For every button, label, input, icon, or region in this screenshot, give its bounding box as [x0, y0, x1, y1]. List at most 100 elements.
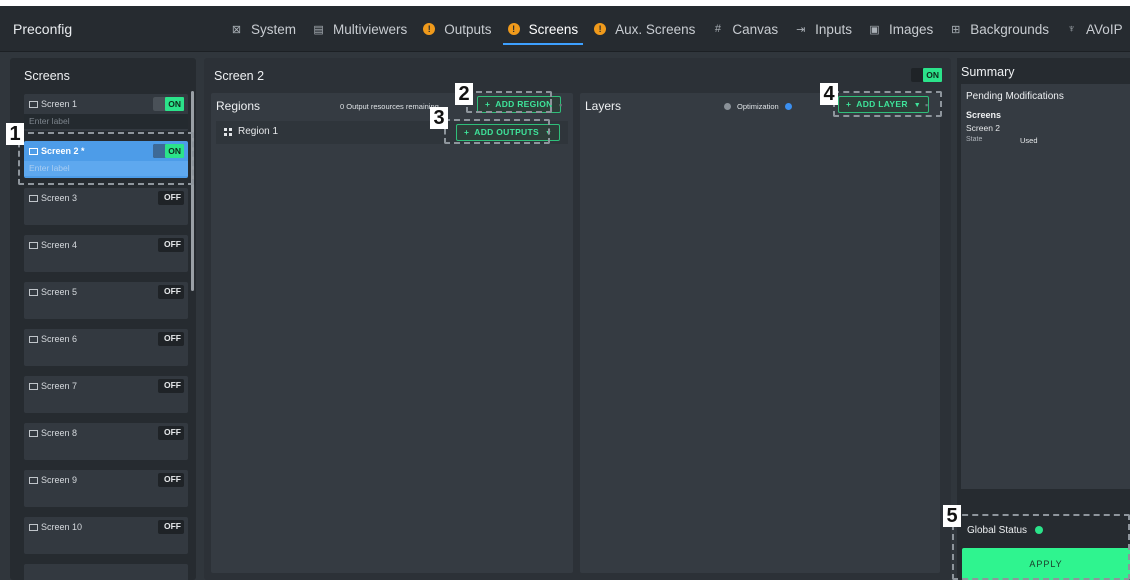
- screen-name: Screen 10: [29, 522, 82, 532]
- callout-box-2: [466, 91, 552, 113]
- tab-images[interactable]: ▣ Images: [860, 6, 941, 52]
- tab-inputs[interactable]: ⇥ Inputs: [786, 6, 860, 52]
- screen-title: Screen 2: [214, 69, 265, 83]
- screen-enable-toggle[interactable]: ON: [911, 68, 942, 82]
- screen-toggle[interactable]: OFF: [158, 332, 184, 346]
- screen-toggle[interactable]: OFF: [158, 285, 184, 299]
- status-dot-icon: [724, 103, 731, 110]
- pending-section: Screens: [966, 110, 1002, 120]
- screen-name-text: Screen 9: [41, 475, 78, 485]
- grid-icon: [224, 128, 232, 136]
- tab-outputs[interactable]: ! Outputs: [415, 6, 499, 52]
- tab-label: Multiviewers: [333, 21, 408, 37]
- monitor-icon: [29, 101, 38, 108]
- optimization-toggle[interactable]: Optimization: [724, 102, 792, 111]
- regions-section: Regions 0 Output resources remaining + AD…: [211, 93, 573, 573]
- tab-label: Inputs: [815, 21, 852, 37]
- screen-name: Screen 6: [29, 334, 77, 344]
- tab-screens[interactable]: ! Screens: [500, 6, 587, 52]
- screen-card-4[interactable]: Screen 4 OFF: [24, 235, 188, 272]
- summary-title: Summary: [961, 65, 1015, 79]
- system-icon: ⊠: [231, 23, 242, 36]
- regions-title: Regions: [216, 99, 261, 113]
- screen-card-10[interactable]: Screen 10 OFF: [24, 517, 188, 554]
- tab-multiviewers[interactable]: ▤ Multiviewers: [304, 6, 415, 52]
- screen-card-1[interactable]: Screen 1 ON Enter label: [24, 94, 188, 131]
- callout-number-1: 1: [6, 123, 24, 145]
- screen-card-6[interactable]: Screen 6 OFF: [24, 329, 188, 366]
- region-name: Region 1: [238, 126, 279, 137]
- screen-name-text: Screen 3: [41, 193, 78, 203]
- screen-name-text: Screen 10: [41, 522, 83, 532]
- screen-card-7[interactable]: Screen 7 OFF: [24, 376, 188, 413]
- screen-card-partial[interactable]: [24, 564, 188, 580]
- screens-scrollbar[interactable]: [191, 91, 194, 291]
- monitor-icon: [29, 477, 38, 484]
- inputs-icon: ⇥: [796, 23, 806, 36]
- toggle-state: ON: [923, 68, 942, 82]
- screen-card-8[interactable]: Screen 8 OFF: [24, 423, 188, 460]
- screen-toggle[interactable]: OFF: [158, 238, 184, 252]
- tab-label: Backgrounds: [970, 21, 1050, 37]
- screen-name: Screen 4: [29, 240, 77, 250]
- warning-icon: !: [423, 23, 436, 35]
- callout-box-4: [833, 91, 942, 117]
- callout-box-1: [18, 132, 194, 185]
- screen-toggle[interactable]: OFF: [158, 473, 184, 487]
- backgrounds-icon: ⊞: [951, 23, 961, 36]
- screen-name: Screen 1: [29, 99, 77, 109]
- screen-toggle[interactable]: ON: [153, 97, 184, 111]
- screen-toggle[interactable]: OFF: [158, 379, 184, 393]
- multiviewer-icon: ▤: [313, 23, 324, 36]
- toggle-state: OFF: [164, 333, 181, 343]
- screens-panel-title: Screens: [24, 69, 70, 83]
- screen-editor: Screen 2 ON Regions 0 Output resources r…: [204, 58, 951, 580]
- toggle-state: OFF: [164, 239, 181, 249]
- output-resources-remaining: 0 Output resources remaining: [340, 102, 439, 111]
- screen-name-text: Screen 1: [41, 99, 78, 109]
- pending-modifications-box: Pending Modifications Screens Screen 2 S…: [961, 84, 1130, 489]
- screen-toggle[interactable]: OFF: [158, 191, 184, 205]
- screen-toggle[interactable]: OFF: [158, 426, 184, 440]
- screen-name-text: Screen 5: [41, 287, 78, 297]
- nav-tabs: ⊠ System ▤ Multiviewers ! Outputs ! Screens …: [222, 6, 1130, 52]
- toggle-state: OFF: [164, 474, 181, 484]
- monitor-icon: [29, 383, 38, 390]
- screen-toggle[interactable]: OFF: [158, 520, 184, 534]
- trash-icon[interactable]: ▪: [559, 100, 567, 110]
- monitor-icon: [29, 430, 38, 437]
- tab-label: Images: [888, 21, 934, 37]
- toggle-state: OFF: [164, 427, 181, 437]
- app-window: Preconfig ⊠ System ▤ Multiviewers ! Outputs…: [0, 6, 1130, 580]
- screen-name-text: Screen 8: [41, 428, 78, 438]
- screen-card-5[interactable]: Screen 5 OFF: [24, 282, 188, 319]
- tab-label: Canvas: [732, 21, 779, 37]
- tab-aux-screens[interactable]: ! Aux. Screens: [586, 6, 703, 52]
- screen-card-9[interactable]: Screen 9 OFF: [24, 470, 188, 507]
- toggle-state: OFF: [164, 380, 181, 390]
- screen-name: Screen 9: [29, 475, 77, 485]
- screen-name-text: Screen 4: [41, 240, 78, 250]
- tab-label: Outputs: [444, 21, 492, 37]
- pending-state-key: State: [966, 136, 983, 143]
- avoip-icon: ♆: [1067, 23, 1076, 35]
- tab-canvas[interactable]: # Canvas: [703, 6, 786, 52]
- layers-section: Layers Optimization + ADD LAYER ▼ ▪: [580, 93, 940, 573]
- tab-avoip[interactable]: ♆ AVoIP: [1057, 6, 1130, 52]
- tab-label: System: [251, 21, 297, 37]
- app-title: Preconfig: [13, 21, 73, 37]
- tab-system[interactable]: ⊠ System: [222, 6, 304, 52]
- callout-number-4: 4: [820, 83, 838, 105]
- screen-card-3[interactable]: Screen 3 OFF: [24, 188, 188, 225]
- screen-label-input[interactable]: Enter label: [24, 114, 188, 129]
- callout-number-2: 2: [455, 83, 473, 105]
- layers-title: Layers: [585, 99, 622, 113]
- monitor-icon: [29, 195, 38, 202]
- optimization-label: Optimization: [737, 102, 779, 111]
- info-icon[interactable]: [784, 103, 792, 110]
- tab-backgrounds[interactable]: ⊞ Backgrounds: [941, 6, 1057, 52]
- screen-name: Screen 8: [29, 428, 77, 438]
- monitor-icon: [29, 242, 38, 249]
- screen-name: Screen 5: [29, 287, 77, 297]
- toggle-state: OFF: [164, 521, 181, 531]
